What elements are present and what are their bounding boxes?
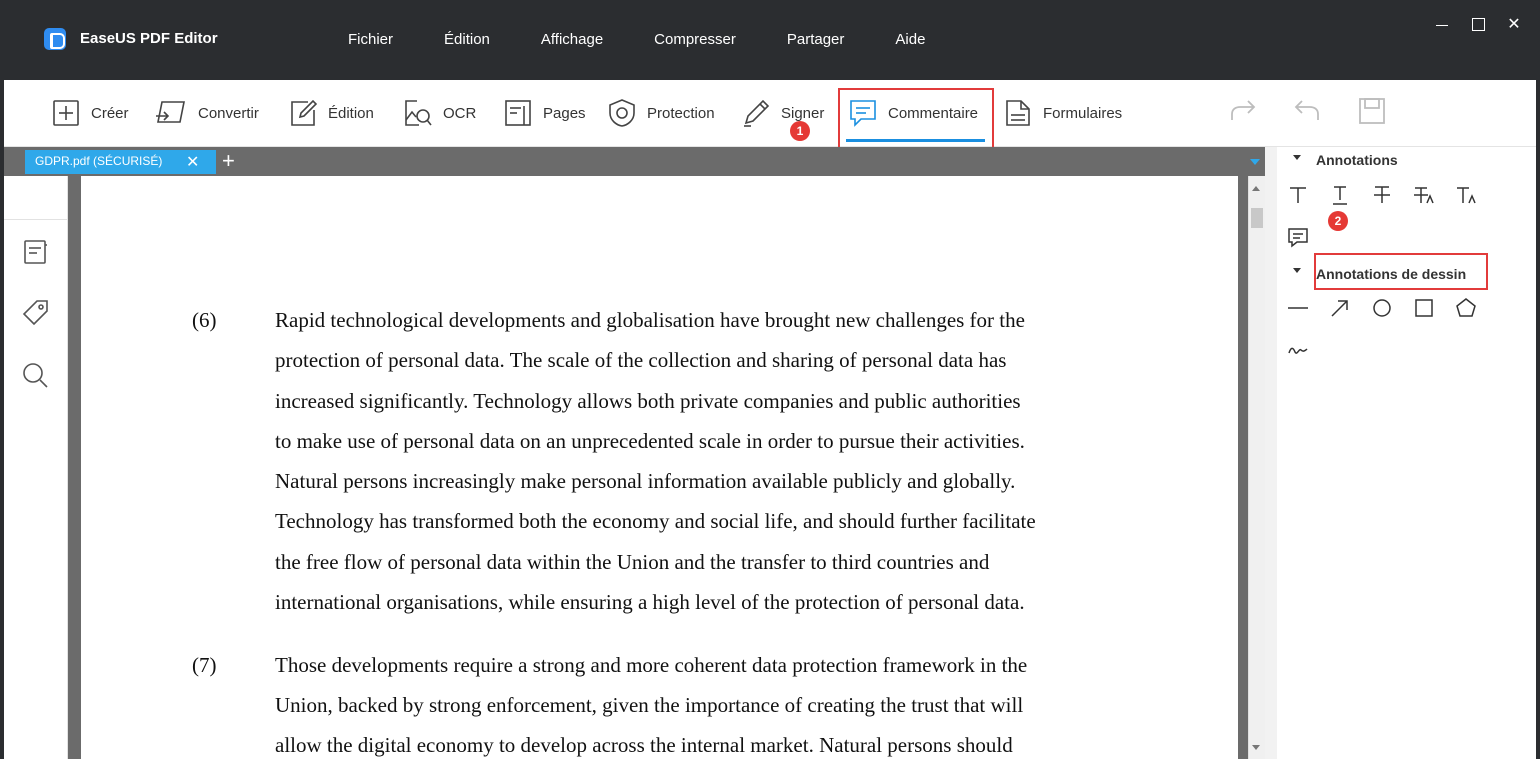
pages-icon — [505, 100, 531, 126]
edit-pencil-icon — [291, 99, 318, 126]
rectangle-tool-icon[interactable] — [1412, 296, 1436, 320]
tool-commentaire-button[interactable]: Commentaire — [848, 96, 978, 130]
shield-icon — [609, 99, 635, 127]
search-icon[interactable] — [20, 360, 50, 390]
paragraph-number-7: (7) — [192, 653, 217, 677]
scroll-thumb[interactable] — [1251, 208, 1263, 228]
ocr-icon — [405, 100, 432, 126]
tool-formulaires-label: Formulaires — [1043, 104, 1123, 122]
scroll-up-arrow-icon[interactable] — [1252, 186, 1260, 191]
tab-dropdown-icon[interactable] — [1250, 159, 1260, 165]
panel-gutter — [1265, 147, 1277, 759]
paragraph-number-6: (6) — [192, 308, 217, 332]
strikethrough-icon[interactable] — [1370, 183, 1394, 207]
text-line: increased significantly. Technology allo… — [275, 389, 1021, 413]
menu-edition[interactable]: Édition — [444, 31, 490, 48]
underline-icon[interactable] — [1328, 183, 1352, 207]
plus-box-icon — [53, 100, 79, 126]
tool-convertir-button[interactable]: Convertir — [154, 96, 259, 130]
text-line: the free flow of personal data within th… — [275, 550, 990, 574]
tool-protection-label: Protection — [647, 104, 715, 122]
menu-aide[interactable]: Aide — [895, 31, 925, 48]
close-window-icon[interactable]: ✕ — [1504, 14, 1524, 34]
collapse-drawing-icon[interactable] — [1293, 268, 1301, 273]
text-line: Technology has transformed both the econ… — [275, 509, 1036, 533]
tool-formulaires-button[interactable]: Formulaires — [1003, 96, 1122, 130]
save-icon[interactable] — [1357, 96, 1387, 126]
menu-compresser[interactable]: Compresser — [654, 31, 736, 48]
text-line: Natural persons increasingly make person… — [275, 469, 1016, 493]
new-tab-icon[interactable]: + — [222, 148, 235, 174]
pen-icon — [744, 99, 770, 127]
close-tab-icon[interactable]: ✕ — [186, 152, 199, 172]
text-insert-icon[interactable] — [1286, 183, 1310, 207]
thumbnails-icon[interactable] — [20, 237, 50, 267]
minimize-icon[interactable] — [1432, 14, 1452, 34]
polygon-tool-icon[interactable] — [1454, 296, 1478, 320]
step-badge-2: 2 — [1328, 211, 1348, 231]
menu-partager[interactable]: Partager — [787, 31, 845, 48]
sidebar-divider — [4, 219, 68, 220]
text-line: allow the digital economy to develop acr… — [275, 733, 1013, 757]
tool-edition-button[interactable]: Édition — [288, 96, 374, 130]
tool-creer-label: Créer — [91, 104, 129, 122]
text-line: protection of personal data. The scale o… — [275, 348, 1007, 372]
menu-affichage[interactable]: Affichage — [541, 31, 603, 48]
app-name: EaseUS PDF Editor — [80, 30, 218, 47]
undo-icon[interactable] — [1292, 96, 1322, 126]
text-line: Union, backed by strong enforcement, giv… — [275, 693, 1024, 717]
step-badge-1: 1 — [790, 121, 810, 141]
tool-convertir-label: Convertir — [198, 104, 259, 122]
app-logo-icon — [44, 28, 66, 50]
bookmark-tag-icon[interactable] — [20, 298, 50, 328]
collapse-annotations-icon[interactable] — [1293, 155, 1301, 160]
annotations-heading: Annotations — [1316, 152, 1398, 168]
tool-commentaire-label: Commentaire — [888, 104, 979, 122]
arrow-tool-icon[interactable] — [1328, 296, 1352, 320]
comment-icon — [850, 100, 876, 127]
sticky-note-icon[interactable] — [1286, 225, 1310, 249]
menu-bar: Fichier Édition Affichage Compresser Par… — [348, 31, 976, 48]
title-bar: EaseUS PDF Editor Fichier Édition Affich… — [0, 0, 1540, 80]
insert-text-icon[interactable] — [1454, 183, 1478, 207]
replace-text-icon[interactable] — [1412, 183, 1436, 207]
window-frame-left — [0, 80, 4, 759]
line-tool-icon[interactable] — [1286, 296, 1310, 320]
tool-creer-button[interactable]: Créer — [51, 96, 129, 130]
menu-fichier[interactable]: Fichier — [348, 31, 393, 48]
text-line: international organisations, while ensur… — [275, 590, 1025, 614]
tool-ocr-label: OCR — [443, 104, 477, 122]
text-line: Those developments require a strong and … — [275, 653, 1028, 677]
vertical-scrollbar[interactable] — [1248, 176, 1265, 759]
tool-ocr-button[interactable]: OCR — [403, 96, 476, 130]
tool-protection-button[interactable]: Protection — [607, 96, 715, 130]
drawing-annotations-heading: Annotations de dessin — [1316, 266, 1467, 282]
tool-pages-button[interactable]: Pages — [503, 96, 586, 130]
scroll-down-arrow-icon[interactable] — [1252, 745, 1260, 750]
freehand-tool-icon[interactable] — [1286, 338, 1310, 362]
circle-tool-icon[interactable] — [1370, 296, 1394, 320]
tool-pages-label: Pages — [543, 104, 586, 122]
text-line: to make use of personal data on an unpre… — [275, 429, 1025, 453]
redo-icon[interactable] — [1228, 96, 1258, 126]
active-tab-indicator — [846, 139, 985, 142]
convert-icon — [156, 101, 185, 123]
text-line: Rapid technological developments and glo… — [275, 308, 1025, 332]
tool-signer-label: Signer — [781, 104, 825, 122]
maximize-icon[interactable] — [1468, 14, 1488, 34]
tool-signer-button[interactable]: Signer — [741, 96, 824, 130]
window-frame-right — [1536, 80, 1540, 759]
tool-edition-label: Édition — [328, 104, 374, 122]
form-icon — [1006, 100, 1030, 126]
